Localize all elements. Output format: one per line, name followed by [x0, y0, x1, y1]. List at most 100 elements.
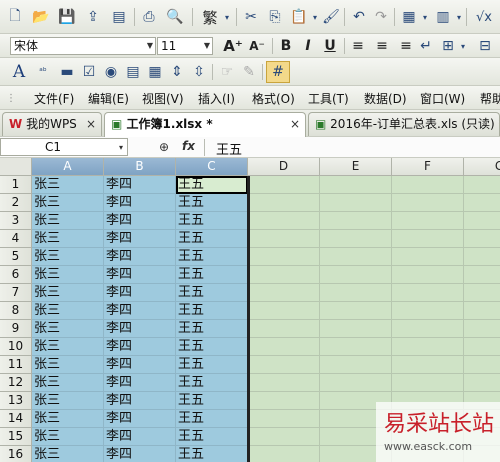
cell-e4[interactable] [320, 230, 392, 248]
cell-b11[interactable]: 李四 [104, 356, 176, 374]
save-icon[interactable]: 💾 [56, 6, 78, 28]
row-header[interactable]: 14 [0, 410, 32, 428]
menu-view[interactable]: 视图(V) [142, 90, 184, 107]
cell-f6[interactable] [392, 266, 464, 284]
row-header[interactable]: 13 [0, 392, 32, 410]
export-icon[interactable]: ⇪ [82, 6, 104, 28]
cell-d11[interactable] [248, 356, 320, 374]
column-header-e[interactable]: E [320, 158, 392, 176]
cell-a16[interactable]: 张三 [32, 446, 104, 462]
row-header[interactable]: 15 [0, 428, 32, 446]
cell-a9[interactable]: 张三 [32, 320, 104, 338]
cell-b3[interactable]: 李四 [104, 212, 176, 230]
chevron-down-icon[interactable]: ▾ [222, 6, 232, 28]
cell-b6[interactable]: 李四 [104, 266, 176, 284]
cell-a14[interactable]: 张三 [32, 410, 104, 428]
cell-e1[interactable] [320, 176, 392, 194]
cell-a11[interactable]: 张三 [32, 356, 104, 374]
text-field-icon[interactable]: ᵃᵇ [32, 61, 54, 83]
cell-b7[interactable]: 李四 [104, 284, 176, 302]
cell-c5[interactable]: 王五 [176, 248, 248, 266]
cell-g12[interactable] [464, 374, 500, 392]
cell-a4[interactable]: 张三 [32, 230, 104, 248]
search-function-icon[interactable]: ⊕ [156, 138, 172, 156]
cell-c10[interactable]: 王五 [176, 338, 248, 356]
print-icon[interactable]: ⎙ [138, 6, 160, 28]
cell-b14[interactable]: 李四 [104, 410, 176, 428]
cell-a2[interactable]: 张三 [32, 194, 104, 212]
cell-b4[interactable]: 李四 [104, 230, 176, 248]
cell-d1[interactable] [248, 176, 320, 194]
align-left-icon[interactable]: ≡ [348, 35, 368, 57]
cell-d14[interactable] [248, 410, 320, 428]
cell-d9[interactable] [248, 320, 320, 338]
cell-e8[interactable] [320, 302, 392, 320]
cell-g6[interactable] [464, 266, 500, 284]
cell-c12[interactable]: 王五 [176, 374, 248, 392]
cell-d2[interactable] [248, 194, 320, 212]
cell-a3[interactable]: 张三 [32, 212, 104, 230]
menu-edit[interactable]: 编辑(E) [88, 90, 129, 107]
row-header[interactable]: 7 [0, 284, 32, 302]
chevron-down-icon[interactable]: ▾ [458, 35, 468, 57]
increase-font-icon[interactable]: A⁺ [222, 35, 244, 57]
cell-e6[interactable] [320, 266, 392, 284]
cell-a7[interactable]: 张三 [32, 284, 104, 302]
row-header[interactable]: 3 [0, 212, 32, 230]
combobox-control-icon[interactable]: ▦ [144, 61, 166, 83]
column-icon[interactable]: ▥ [432, 6, 454, 28]
table-icon[interactable]: ▦ [398, 6, 420, 28]
cell-e11[interactable] [320, 356, 392, 374]
properties-icon[interactable]: ☞ [216, 61, 238, 83]
menu-help[interactable]: 帮助 [480, 90, 500, 107]
cell-b9[interactable]: 李四 [104, 320, 176, 338]
listbox-control-icon[interactable]: ▤ [122, 61, 144, 83]
cell-f9[interactable] [392, 320, 464, 338]
cell-d6[interactable] [248, 266, 320, 284]
open-folder-icon[interactable]: 📂 [30, 6, 52, 28]
formula-input[interactable]: 王五 [216, 139, 242, 158]
format-painter-icon[interactable]: 🖌 [320, 6, 342, 28]
cell-f5[interactable] [392, 248, 464, 266]
cell-g9[interactable] [464, 320, 500, 338]
cell-c9[interactable]: 王五 [176, 320, 248, 338]
cell-d8[interactable] [248, 302, 320, 320]
scrollbar-control-icon[interactable]: ⇳ [188, 61, 210, 83]
cell-b5[interactable]: 李四 [104, 248, 176, 266]
cell-b16[interactable]: 李四 [104, 446, 176, 462]
cell-c16[interactable]: 王五 [176, 446, 248, 462]
cell-e7[interactable] [320, 284, 392, 302]
text-box-icon[interactable]: A [8, 61, 30, 83]
view-code-icon[interactable]: ✎ [238, 61, 260, 83]
row-header[interactable]: 9 [0, 320, 32, 338]
column-header-g[interactable]: G [464, 158, 500, 176]
cell-c3[interactable]: 王五 [176, 212, 248, 230]
menu-insert[interactable]: 插入(I) [198, 90, 235, 107]
cell-a5[interactable]: 张三 [32, 248, 104, 266]
cell-g3[interactable] [464, 212, 500, 230]
decrease-font-icon[interactable]: A⁻ [246, 35, 268, 57]
font-name-select[interactable]: 宋体 ▼ [10, 37, 156, 55]
cell-f12[interactable] [392, 374, 464, 392]
cell-a10[interactable]: 张三 [32, 338, 104, 356]
menu-window[interactable]: 窗口(W) [420, 90, 465, 107]
cell-c1[interactable]: 王五 [176, 176, 248, 194]
pdf-export-icon[interactable]: ▤ [108, 6, 130, 28]
cell-g10[interactable] [464, 338, 500, 356]
cell-e5[interactable] [320, 248, 392, 266]
cell-d7[interactable] [248, 284, 320, 302]
row-header[interactable]: 10 [0, 338, 32, 356]
chevron-down-icon[interactable]: ▾ [420, 6, 430, 28]
tab-order-summary[interactable]: ▣ 2016年-订单汇总表.xls (只读) * [308, 112, 500, 136]
cell-f1[interactable] [392, 176, 464, 194]
chevron-down-icon[interactable]: ▾ [310, 6, 320, 28]
cell-a15[interactable]: 张三 [32, 428, 104, 446]
row-header[interactable]: 2 [0, 194, 32, 212]
cell-d4[interactable] [248, 230, 320, 248]
cell-e10[interactable] [320, 338, 392, 356]
currency-format-icon[interactable]: ⊟ [474, 35, 496, 57]
cell-c14[interactable]: 王五 [176, 410, 248, 428]
cell-f4[interactable] [392, 230, 464, 248]
cell-g7[interactable] [464, 284, 500, 302]
column-header-a[interactable]: A [32, 158, 104, 176]
